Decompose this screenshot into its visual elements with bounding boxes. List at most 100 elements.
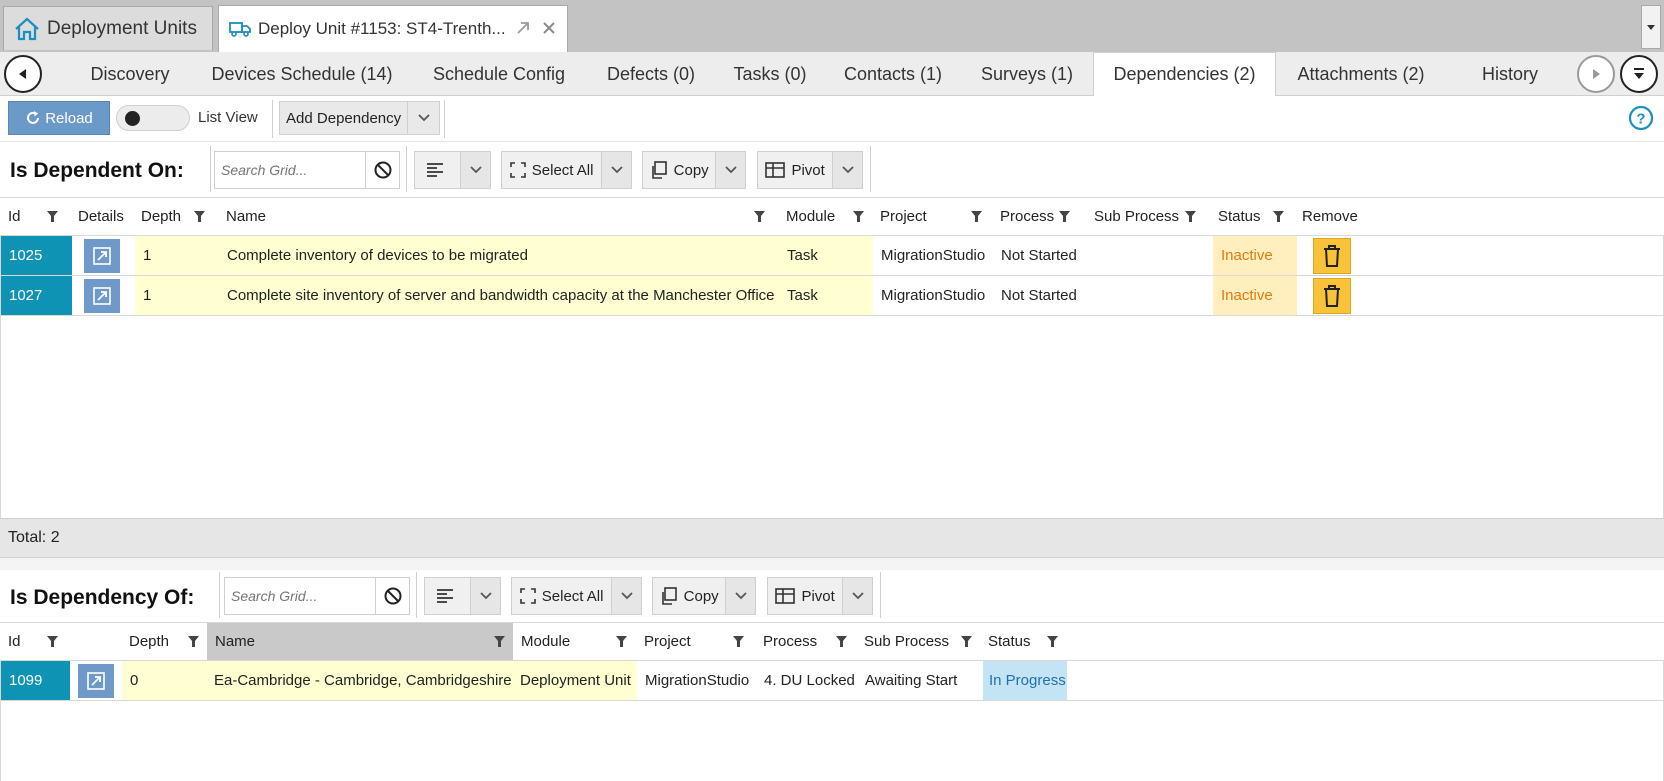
dependent-on-search[interactable] bbox=[214, 151, 400, 189]
filter-icon[interactable] bbox=[754, 211, 765, 222]
tab-defects[interactable]: Defects (0) bbox=[596, 52, 706, 96]
tab-devices-schedule[interactable]: Devices Schedule (14) bbox=[198, 52, 406, 96]
column-header-depth[interactable]: Depth bbox=[133, 198, 213, 235]
column-header-id[interactable]: Id bbox=[0, 623, 66, 660]
add-dependency-dropdown[interactable] bbox=[407, 102, 439, 134]
tab-surveys[interactable]: Surveys (1) bbox=[972, 52, 1082, 96]
filter-icon[interactable] bbox=[853, 211, 864, 222]
copy-dropdown[interactable] bbox=[715, 152, 745, 188]
tab-contacts[interactable]: Contacts (1) bbox=[834, 52, 952, 96]
column-header-label: Status bbox=[988, 633, 1031, 650]
column-header-remove[interactable]: Remove bbox=[1294, 198, 1364, 235]
filter-icon[interactable] bbox=[733, 636, 744, 647]
filter-icon[interactable] bbox=[47, 636, 58, 647]
dependency-of-select-all-button[interactable]: Select All bbox=[511, 577, 642, 615]
filter-icon[interactable] bbox=[616, 636, 627, 647]
cell-id[interactable]: 1099 bbox=[1, 661, 70, 700]
copy-dropdown[interactable] bbox=[725, 578, 755, 614]
column-header-project[interactable]: Project bbox=[636, 623, 752, 660]
open-details-icon[interactable] bbox=[78, 663, 114, 698]
tab-history[interactable]: History bbox=[1460, 52, 1560, 96]
column-header-label: Status bbox=[1218, 208, 1261, 225]
tab-deploy-unit-1153[interactable]: Deploy Unit #1153: ST4-Trenth... bbox=[218, 5, 568, 52]
column-header-label: Name bbox=[226, 208, 267, 225]
dependent-on-pivot-button[interactable]: Pivot bbox=[757, 151, 863, 189]
pivot-dropdown[interactable] bbox=[842, 578, 872, 614]
add-dependency-button[interactable]: Add Dependency bbox=[279, 101, 440, 135]
filter-icon[interactable] bbox=[1273, 211, 1284, 222]
filter-icon[interactable] bbox=[194, 211, 205, 222]
filter-icon[interactable] bbox=[494, 636, 505, 647]
select-all-icon bbox=[519, 588, 542, 604]
tab-overflow-button[interactable] bbox=[1641, 5, 1661, 49]
dependent-on-search-input[interactable] bbox=[215, 152, 365, 188]
table-row[interactable]: 1099 0 Ea-Cambridge - Cambridge, Cambrid… bbox=[1, 661, 1664, 701]
help-icon[interactable]: ? bbox=[1628, 105, 1654, 131]
clear-search-icon[interactable] bbox=[365, 152, 399, 188]
cell-id[interactable]: 1025 bbox=[1, 236, 72, 275]
filter-icon[interactable] bbox=[47, 211, 58, 222]
select-all-dropdown[interactable] bbox=[601, 152, 631, 188]
tab-attachments[interactable]: Attachments (2) bbox=[1286, 52, 1436, 96]
column-header-process[interactable]: Process bbox=[992, 198, 1078, 235]
list-view-toggle[interactable] bbox=[116, 105, 190, 131]
filter-icon[interactable] bbox=[961, 636, 972, 647]
align-dropdown[interactable] bbox=[460, 152, 490, 188]
dependency-of-copy-button[interactable]: Copy bbox=[652, 577, 756, 615]
column-header-module[interactable]: Module bbox=[513, 623, 635, 660]
tab-discovery[interactable]: Discovery bbox=[70, 52, 190, 96]
open-details-icon[interactable] bbox=[84, 278, 120, 313]
tab-tasks[interactable]: Tasks (0) bbox=[722, 52, 818, 96]
status-badge: Inactive bbox=[1213, 276, 1297, 315]
column-header-module[interactable]: Module bbox=[778, 198, 872, 235]
column-header-process[interactable]: Process bbox=[755, 623, 855, 660]
cell-details bbox=[76, 236, 134, 275]
clear-search-icon[interactable] bbox=[375, 578, 409, 614]
tab-schedule-config[interactable]: Schedule Config bbox=[416, 52, 582, 96]
column-header-sub-process[interactable]: Sub Process bbox=[1086, 198, 1204, 235]
chevron-right-icon[interactable] bbox=[1577, 55, 1615, 93]
select-all-dropdown[interactable] bbox=[611, 578, 641, 614]
chevron-left-icon[interactable] bbox=[4, 55, 42, 93]
column-header-id[interactable]: Id bbox=[0, 198, 66, 235]
dependent-on-copy-button[interactable]: Copy bbox=[642, 151, 746, 189]
dependency-of-search[interactable] bbox=[224, 577, 410, 615]
cell-id[interactable]: 1027 bbox=[1, 276, 72, 315]
dependent-on-align-button[interactable] bbox=[414, 151, 491, 189]
column-header-details[interactable] bbox=[70, 623, 120, 660]
dependency-of-pivot-button[interactable]: Pivot bbox=[767, 577, 873, 615]
dependency-of-align-button[interactable] bbox=[424, 577, 501, 615]
trash-icon[interactable] bbox=[1313, 277, 1351, 314]
column-header-details[interactable]: Details bbox=[70, 198, 136, 235]
dependency-of-search-input[interactable] bbox=[225, 578, 375, 614]
pivot-dropdown[interactable] bbox=[832, 152, 862, 188]
column-header-project[interactable]: Project bbox=[872, 198, 990, 235]
close-icon[interactable] bbox=[541, 20, 557, 36]
dependent-on-select-all-button[interactable]: Select All bbox=[501, 151, 632, 189]
filter-icon[interactable] bbox=[1059, 211, 1070, 222]
filter-icon[interactable] bbox=[1185, 211, 1196, 222]
trash-icon[interactable] bbox=[1313, 237, 1351, 274]
column-header-name[interactable]: Name bbox=[218, 198, 773, 235]
align-icon bbox=[415, 152, 460, 188]
table-row[interactable]: 1025 1 Complete inventory of devices to … bbox=[1, 236, 1664, 276]
filter-icon[interactable] bbox=[971, 211, 982, 222]
tab-deployment-units[interactable]: Deployment Units bbox=[3, 6, 213, 50]
overflow-menu-icon[interactable] bbox=[1620, 55, 1658, 93]
cell-project: MigrationStudio bbox=[645, 672, 750, 689]
column-header-status[interactable]: Status bbox=[1210, 198, 1292, 235]
column-header-sub-process[interactable]: Sub Process bbox=[856, 623, 980, 660]
column-header-status[interactable]: Status bbox=[980, 623, 1066, 660]
popout-icon[interactable] bbox=[515, 20, 531, 36]
filter-icon[interactable] bbox=[188, 636, 199, 647]
table-row[interactable]: 1027 1 Complete site inventory of server… bbox=[1, 276, 1664, 316]
filter-icon[interactable] bbox=[836, 636, 847, 647]
align-dropdown[interactable] bbox=[470, 578, 500, 614]
section-splitter[interactable] bbox=[0, 558, 1664, 570]
tab-dependencies[interactable]: Dependencies (2) bbox=[1093, 52, 1276, 97]
open-details-icon[interactable] bbox=[84, 238, 120, 273]
filter-icon[interactable] bbox=[1047, 636, 1058, 647]
column-header-name[interactable]: Name bbox=[207, 623, 513, 660]
column-header-depth[interactable]: Depth bbox=[121, 623, 207, 660]
reload-button[interactable]: Reload bbox=[8, 101, 110, 135]
